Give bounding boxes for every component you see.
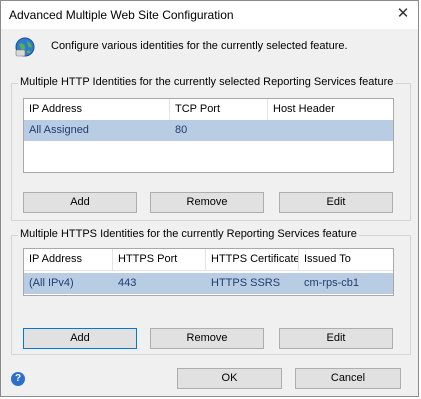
cell-https-certificate: HTTPS SSRS <box>211 277 281 289</box>
https-remove-button[interactable]: Remove <box>150 328 264 349</box>
cell-https-port: 443 <box>118 277 137 289</box>
http-edit-button[interactable]: Edit <box>279 192 393 213</box>
https-edit-button[interactable]: Edit <box>279 328 393 349</box>
cell-ip-address: (All IPv4) <box>29 277 74 289</box>
https-identities-group: Multiple HTTPS Identities for the curren… <box>11 228 411 355</box>
cell-issued-to: cm-rps-cb1 <box>304 277 360 289</box>
title-bar[interactable]: Advanced Multiple Web Site Configuration… <box>1 1 418 29</box>
cancel-button[interactable]: Cancel <box>295 368 401 389</box>
cell-host-header <box>268 120 393 141</box>
http-remove-button[interactable]: Remove <box>150 192 264 213</box>
column-header-host-header[interactable]: Host Header <box>268 99 393 120</box>
help-icon[interactable]: ? <box>11 372 25 386</box>
https-group-legend: Multiple HTTPS Identities for the curren… <box>18 228 359 240</box>
https-add-button[interactable]: Add <box>23 328 137 349</box>
http-add-button[interactable]: Add <box>23 192 137 213</box>
http-group-legend: Multiple HTTP Identities for the current… <box>18 76 396 88</box>
header-area: Configure various identities for the cur… <box>1 29 418 65</box>
cell-tcp-port: 80 <box>175 124 188 136</box>
column-header-issued-to[interactable]: Issued To <box>299 249 393 270</box>
column-header-ip-address[interactable]: IP Address <box>24 99 170 120</box>
globe-icon <box>15 37 35 57</box>
table-row[interactable]: All Assigned 80 <box>24 120 393 141</box>
column-header-tcp-port[interactable]: TCP Port <box>170 99 268 120</box>
ok-button[interactable]: OK <box>177 368 282 389</box>
column-header-https-certificate[interactable]: HTTPS Certificate <box>206 249 299 270</box>
dialog-window: Advanced Multiple Web Site Configuration… <box>0 0 419 397</box>
table-row[interactable]: (All IPv4) 443 HTTPS SSRS cm-rps-cb1 <box>24 273 393 294</box>
window-title: Advanced Multiple Web Site Configuration <box>9 8 234 22</box>
header-description: Configure various identities for the cur… <box>51 40 348 52</box>
http-identities-group: Multiple HTTP Identities for the current… <box>11 76 411 221</box>
http-table-header: IP Address TCP Port Host Header <box>24 99 393 121</box>
close-button[interactable]: ✕ <box>392 5 414 23</box>
https-table-header: IP Address HTTPS Port HTTPS Certificate … <box>24 249 393 271</box>
https-identities-table[interactable]: IP Address HTTPS Port HTTPS Certificate … <box>23 248 394 296</box>
column-header-https-port[interactable]: HTTPS Port <box>113 249 206 270</box>
column-header-ip-address[interactable]: IP Address <box>24 249 113 270</box>
http-identities-table[interactable]: IP Address TCP Port Host Header All Assi… <box>23 98 394 173</box>
cell-ip-address: All Assigned <box>29 124 89 136</box>
